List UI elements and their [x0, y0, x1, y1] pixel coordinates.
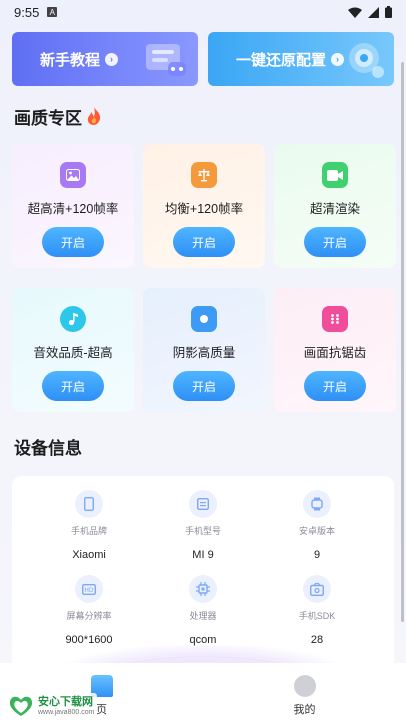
quality-card-antialias: 画面抗锯齿 开启	[274, 288, 396, 412]
enable-button[interactable]: 开启	[42, 371, 104, 401]
signal-icon	[368, 6, 379, 18]
tutorial-banner[interactable]: 新手教程 ›	[12, 32, 198, 86]
device-section-title: 设备信息	[14, 438, 82, 458]
scale-icon	[191, 162, 217, 188]
dice-icon	[322, 306, 348, 332]
android-icon	[303, 490, 331, 518]
device-info-card: 手机品牌 Xiaomi 手机型号 MI 9 安卓版本 9 HD 屏幕分辨率 90…	[12, 476, 394, 676]
enable-button[interactable]: 开启	[173, 371, 235, 401]
music-note-icon	[60, 306, 86, 332]
scrollbar[interactable]	[401, 62, 404, 622]
card-label: 音效品质-超高	[33, 346, 113, 360]
battery-icon	[385, 6, 392, 18]
site-watermark: 安心下载网 www.java800.com	[4, 693, 98, 719]
card-label: 超清渲染	[309, 202, 360, 216]
notification-icon: A	[47, 7, 58, 17]
tutorial-illustration-icon	[146, 44, 186, 76]
status-bar: 9:55 A	[0, 0, 406, 24]
device-resolution: HD 屏幕分辨率 900*1600	[32, 575, 146, 646]
video-camera-icon	[322, 162, 348, 188]
quality-card-ultra-hd: 超高清+120帧率 开启	[12, 144, 134, 268]
device-brand: 手机品牌 Xiaomi	[32, 490, 146, 561]
hd-icon: HD	[75, 575, 103, 603]
profile-icon	[293, 675, 316, 697]
fire-icon	[87, 107, 101, 125]
watermark-text: 安心下载网	[38, 695, 93, 708]
image-icon	[60, 162, 86, 188]
tab-me-label: 我的	[293, 704, 316, 716]
quality-card-audio: 音效品质-超高 开启	[12, 288, 134, 412]
tab-me[interactable]: 我的	[203, 663, 406, 721]
chip-icon	[189, 575, 217, 603]
quality-section-title: 画质专区	[0, 104, 406, 128]
chevron-right-icon: ›	[105, 52, 119, 66]
svg-text:HD: HD	[84, 587, 94, 594]
watermark-url: www.java800.com	[38, 708, 95, 716]
card-label: 阴影高质量	[172, 346, 236, 360]
restore-label: 一键还原配置	[236, 51, 327, 69]
model-icon	[189, 490, 217, 518]
enable-button[interactable]: 开启	[42, 227, 104, 257]
watermark-logo-icon	[9, 696, 33, 716]
quality-card-shadow: 阴影高质量 开启	[143, 288, 265, 412]
card-label: 超高清+120帧率	[27, 202, 119, 216]
device-android: 安卓版本 9	[260, 490, 374, 561]
tab-home-label: 页	[96, 704, 107, 716]
tutorial-label: 新手教程	[40, 51, 101, 69]
restore-config-banner[interactable]: 一键还原配置 ›	[208, 32, 394, 86]
enable-button[interactable]: 开启	[173, 227, 235, 257]
wifi-icon	[348, 7, 362, 18]
sdk-icon	[303, 575, 331, 603]
card-label: 均衡+120帧率	[164, 202, 244, 216]
device-sdk: 手机SDK 28	[260, 575, 374, 646]
enable-button[interactable]: 开启	[304, 227, 366, 257]
shadow-icon	[191, 306, 217, 332]
quality-card-ultra-render: 超清渲染 开启	[274, 144, 396, 268]
phone-icon	[75, 490, 103, 518]
gear-icon	[349, 43, 384, 78]
device-processor: 处理器 qcom	[146, 575, 260, 646]
quality-card-balanced: 均衡+120帧率 开启	[143, 144, 265, 268]
card-label: 画面抗锯齿	[303, 346, 367, 360]
status-time: 9:55	[14, 4, 40, 20]
device-model: 手机型号 MI 9	[146, 490, 260, 561]
enable-button[interactable]: 开启	[304, 371, 366, 401]
